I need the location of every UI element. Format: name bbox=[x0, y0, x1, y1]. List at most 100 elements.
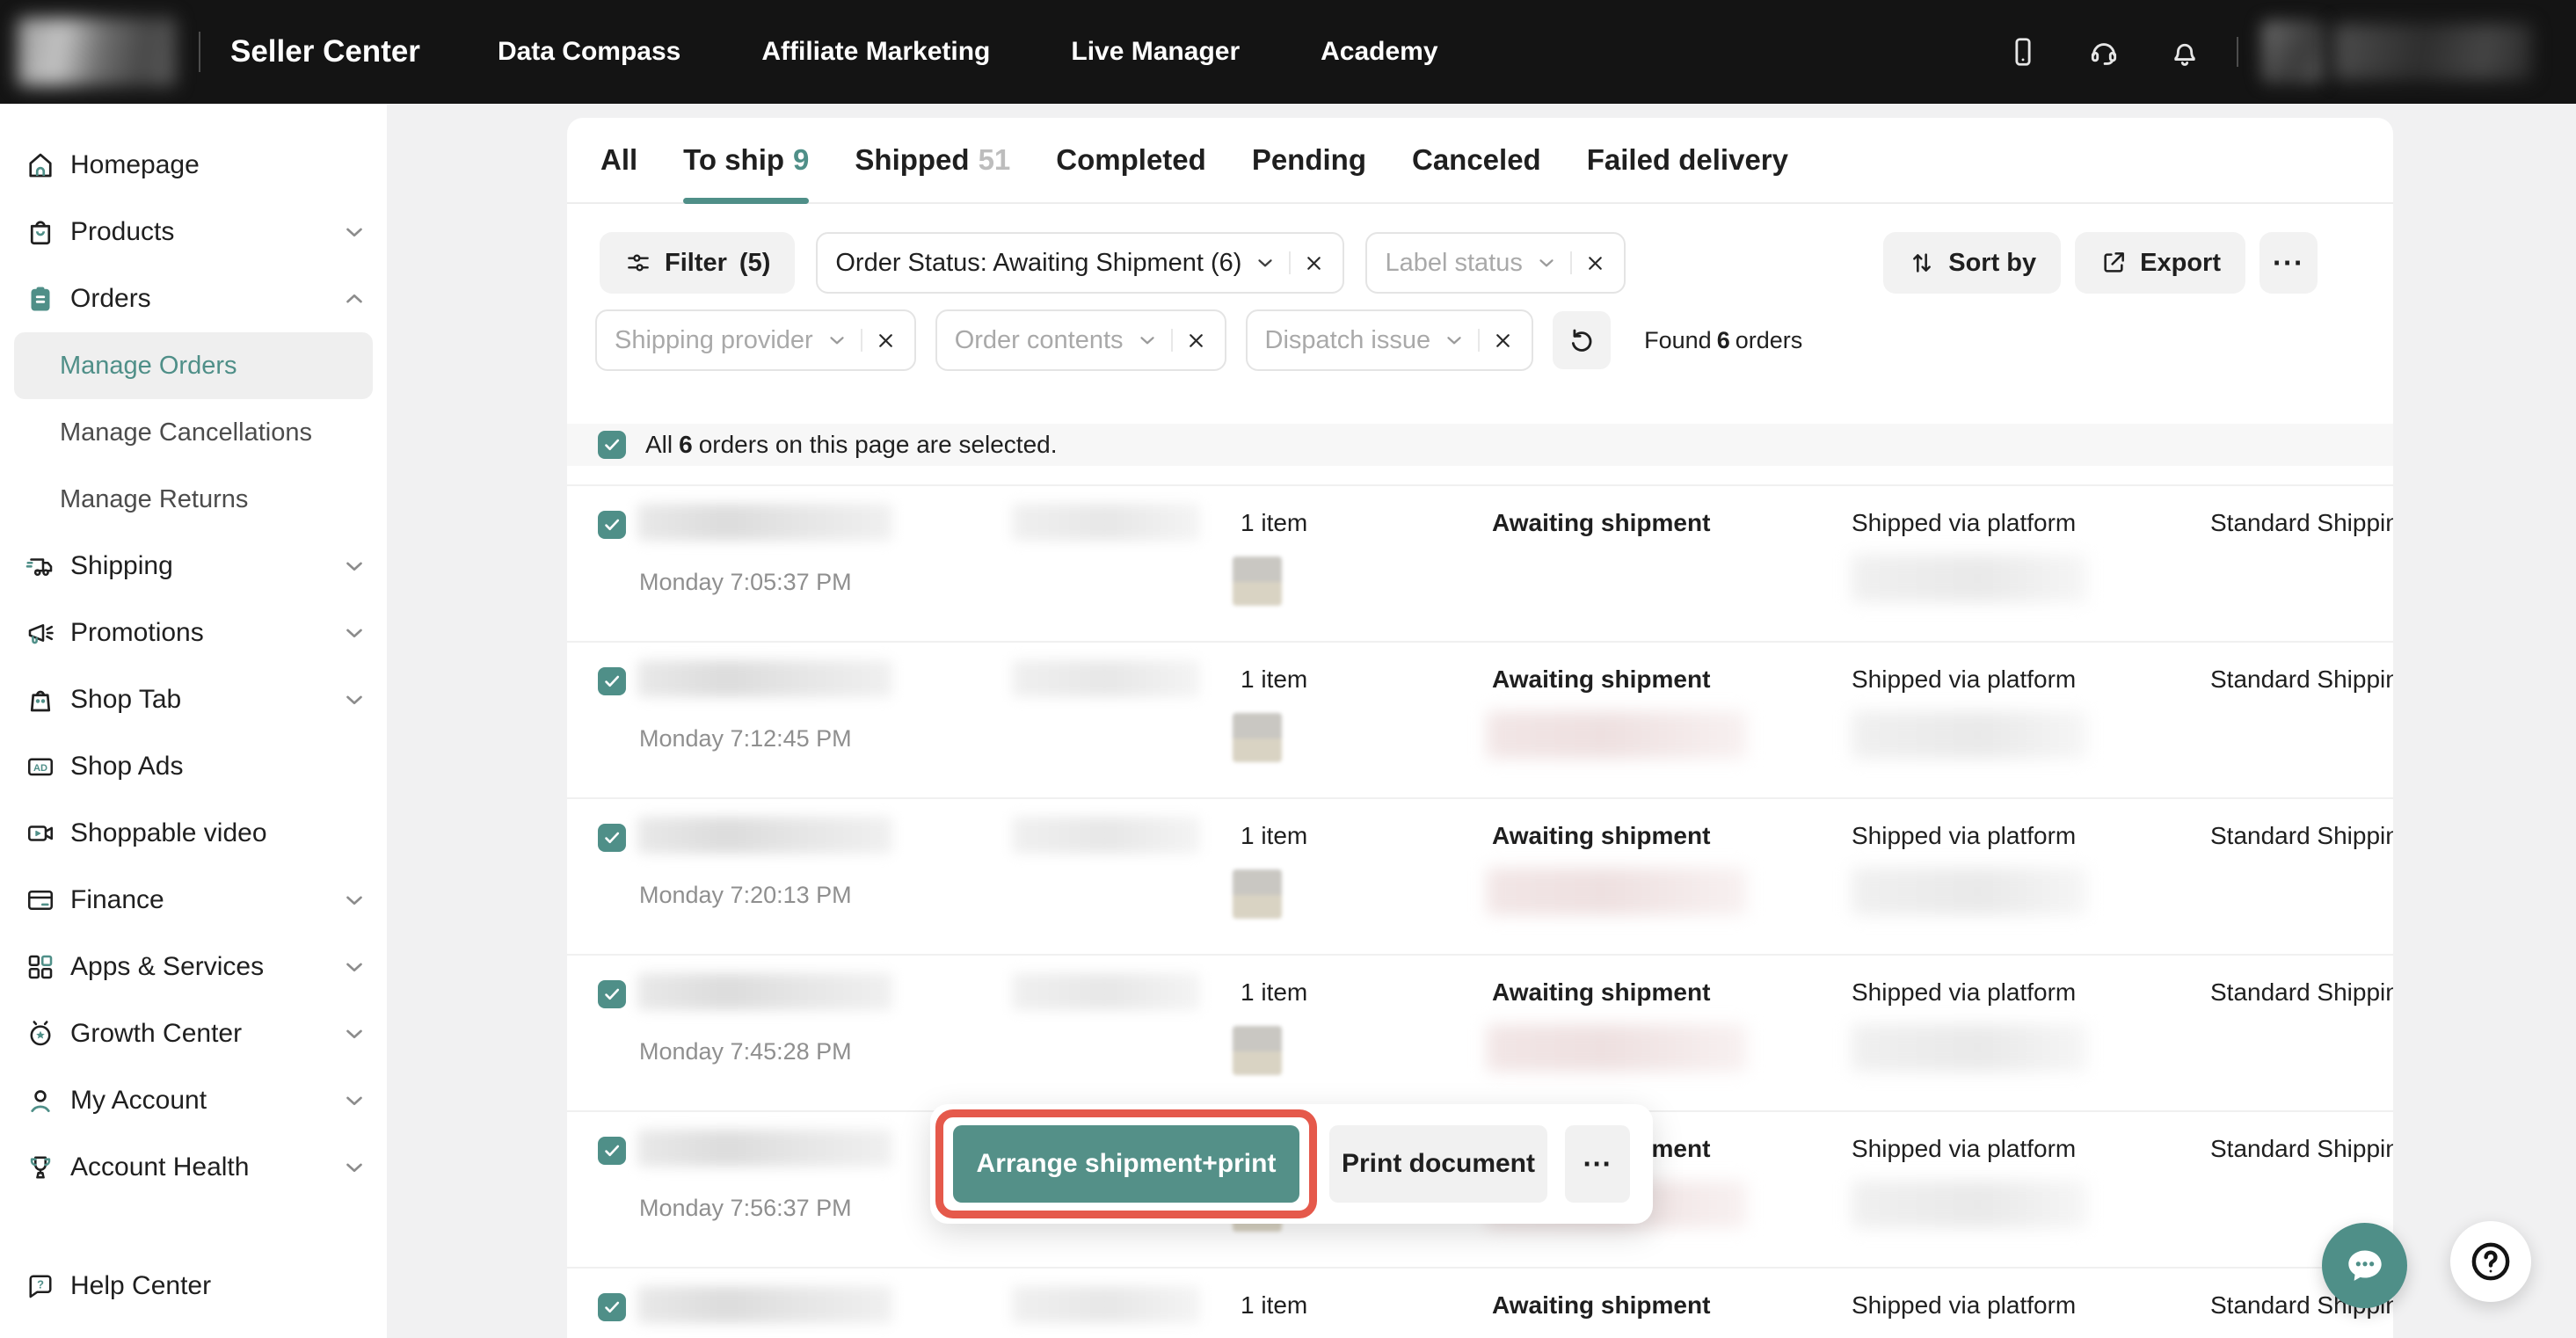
shipping-method: Standard Shipping bbox=[2210, 1135, 2393, 1163]
chevron-down-icon bbox=[341, 954, 367, 980]
order-id-redacted bbox=[637, 973, 892, 1010]
sidebar-item-manage-orders[interactable]: Manage Orders bbox=[14, 332, 373, 399]
sidebar-item-apps-services[interactable]: Apps & Services bbox=[0, 934, 387, 1000]
tab-failed-delivery[interactable]: Failed delivery bbox=[1587, 118, 1788, 202]
close-icon[interactable] bbox=[1185, 330, 1207, 352]
chevron-down-icon bbox=[341, 219, 367, 245]
filter-chip-dispatch-issue[interactable]: Dispatch issue bbox=[1246, 309, 1534, 371]
filter-chip-order-status[interactable]: Order Status: Awaiting Shipment (6) bbox=[816, 232, 1344, 294]
select-all-checkbox[interactable] bbox=[598, 431, 626, 459]
topbar-link-data-compass[interactable]: Data Compass bbox=[498, 37, 680, 67]
close-icon[interactable] bbox=[1584, 252, 1606, 274]
mobile-icon[interactable] bbox=[2006, 35, 2040, 69]
print-document-button[interactable]: Print document bbox=[1329, 1125, 1547, 1203]
reset-filters-button[interactable] bbox=[1553, 311, 1611, 369]
row-checkbox[interactable] bbox=[598, 1293, 626, 1321]
filter-chip-label-status[interactable]: Label status bbox=[1365, 232, 1625, 294]
order-time: Monday 7:56:37 PM bbox=[639, 1195, 852, 1222]
chevron-down-icon[interactable] bbox=[1254, 251, 1277, 274]
chat-fab-button[interactable] bbox=[2322, 1223, 2407, 1308]
row-checkbox[interactable] bbox=[598, 1137, 626, 1165]
deadline-redacted bbox=[1487, 868, 1747, 915]
chevron-down-icon[interactable] bbox=[826, 329, 848, 352]
chevron-down-icon[interactable] bbox=[1535, 251, 1558, 274]
account-avatar-redacted[interactable] bbox=[2261, 20, 2325, 84]
order-row: Monday 7:12:45 PM 1 item Awaiting shipme… bbox=[567, 641, 2393, 797]
shipping-info-redacted bbox=[1852, 711, 2087, 759]
row-checkbox[interactable] bbox=[598, 667, 626, 695]
sidebar-item-products[interactable]: Products bbox=[0, 199, 387, 265]
sidebar-item-promotions[interactable]: Promotions bbox=[0, 600, 387, 666]
account-name-redacted[interactable] bbox=[2333, 24, 2532, 80]
sidebar-item-my-account[interactable]: My Account bbox=[0, 1067, 387, 1134]
tab-all[interactable]: All bbox=[600, 118, 637, 202]
row-checkbox[interactable] bbox=[598, 511, 626, 539]
arrange-shipment-print-button[interactable]: Arrange shipment+print bbox=[953, 1125, 1299, 1203]
filter-row-1: Filter (5) Order Status: Awaiting Shipme… bbox=[600, 232, 1626, 294]
help-fab-button[interactable] bbox=[2450, 1221, 2531, 1302]
sidebar-item-help-center[interactable]: ?Help Center bbox=[0, 1253, 387, 1320]
headset-icon[interactable] bbox=[2087, 35, 2121, 69]
home-icon bbox=[25, 149, 56, 181]
filter-button[interactable]: Filter (5) bbox=[600, 232, 795, 294]
item-count: 1 item bbox=[1241, 1291, 1307, 1320]
sidebar-item-manage-cancellations[interactable]: Manage Cancellations bbox=[14, 399, 373, 466]
topbar-link-academy[interactable]: Academy bbox=[1321, 37, 1437, 67]
order-time: Monday 7:12:45 PM bbox=[639, 725, 852, 753]
more-actions-button[interactable]: ··· bbox=[2259, 232, 2318, 294]
sidebar-item-shop-tab[interactable]: Shop Tab bbox=[0, 666, 387, 733]
chip-divider bbox=[861, 329, 862, 352]
tab-completed[interactable]: Completed bbox=[1056, 118, 1206, 202]
shipping-channel: Shipped via platform bbox=[1852, 978, 2076, 1007]
buyer-redacted bbox=[1012, 1286, 1200, 1323]
sidebar-item-label: Shipping bbox=[70, 551, 173, 581]
svg-text:?: ? bbox=[37, 1277, 44, 1291]
row-checkbox[interactable] bbox=[598, 980, 626, 1008]
filter-chip-order-contents[interactable]: Order contents bbox=[935, 309, 1226, 371]
order-status: Awaiting shipment bbox=[1492, 822, 1710, 850]
shipping-method: Standard Shipping bbox=[2210, 665, 2393, 694]
topbar-link-affiliate-marketing[interactable]: Affiliate Marketing bbox=[761, 37, 990, 67]
sidebar-item-label: My Account bbox=[70, 1086, 207, 1116]
topbar-link-live-manager[interactable]: Live Manager bbox=[1071, 37, 1240, 67]
sidebar-item-manage-returns[interactable]: Manage Returns bbox=[14, 466, 373, 533]
apps-icon bbox=[25, 951, 56, 983]
sort-by-button[interactable]: Sort by bbox=[1883, 232, 2061, 294]
sidebar-item-shoppable-video[interactable]: Shoppable video bbox=[0, 800, 387, 867]
order-row: 1 item Awaiting shipment Shipped via pla… bbox=[567, 1267, 2393, 1338]
export-button[interactable]: Export bbox=[2075, 232, 2245, 294]
refresh-icon bbox=[1567, 325, 1597, 355]
bell-icon[interactable] bbox=[2168, 35, 2201, 69]
sidebar-item-account-health[interactable]: Account Health bbox=[0, 1134, 387, 1201]
sidebar-item-growth-center[interactable]: Growth Center bbox=[0, 1000, 387, 1067]
chip-divider bbox=[1570, 251, 1572, 274]
order-id-redacted bbox=[637, 660, 892, 697]
sidebar-item-orders[interactable]: Orders bbox=[0, 265, 387, 332]
order-time: Monday 7:20:13 PM bbox=[639, 882, 852, 909]
chevron-down-icon bbox=[341, 553, 367, 579]
tab-shipped[interactable]: Shipped51 bbox=[855, 118, 1010, 202]
close-icon[interactable] bbox=[1492, 330, 1514, 352]
popup-more-button[interactable]: ··· bbox=[1565, 1125, 1630, 1203]
shipping-info-redacted bbox=[1852, 868, 2087, 915]
close-icon[interactable] bbox=[1303, 252, 1325, 274]
filter-chip-shipping-provider[interactable]: Shipping provider bbox=[595, 309, 916, 371]
sidebar-item-homepage[interactable]: Homepage bbox=[0, 132, 387, 199]
close-icon[interactable] bbox=[875, 330, 897, 352]
sidebar-item-finance[interactable]: Finance bbox=[0, 867, 387, 934]
tab-canceled[interactable]: Canceled bbox=[1412, 118, 1541, 202]
chevron-down-icon[interactable] bbox=[1443, 329, 1466, 352]
shipping-channel: Shipped via platform bbox=[1852, 822, 2076, 850]
row-checkbox[interactable] bbox=[598, 824, 626, 852]
order-status: Awaiting shipment bbox=[1492, 1291, 1710, 1320]
tab-pending[interactable]: Pending bbox=[1252, 118, 1366, 202]
shipping-channel: Shipped via platform bbox=[1852, 509, 2076, 537]
shipping-icon bbox=[25, 550, 56, 582]
tab-to-ship[interactable]: To ship9 bbox=[683, 118, 809, 202]
chevron-down-icon bbox=[341, 687, 367, 713]
chevron-down-icon bbox=[341, 887, 367, 913]
sidebar-item-shop-ads[interactable]: ADShop Ads bbox=[0, 733, 387, 800]
sidebar-item-label: Finance bbox=[70, 885, 164, 915]
chevron-down-icon[interactable] bbox=[1136, 329, 1159, 352]
sidebar-item-shipping[interactable]: Shipping bbox=[0, 533, 387, 600]
